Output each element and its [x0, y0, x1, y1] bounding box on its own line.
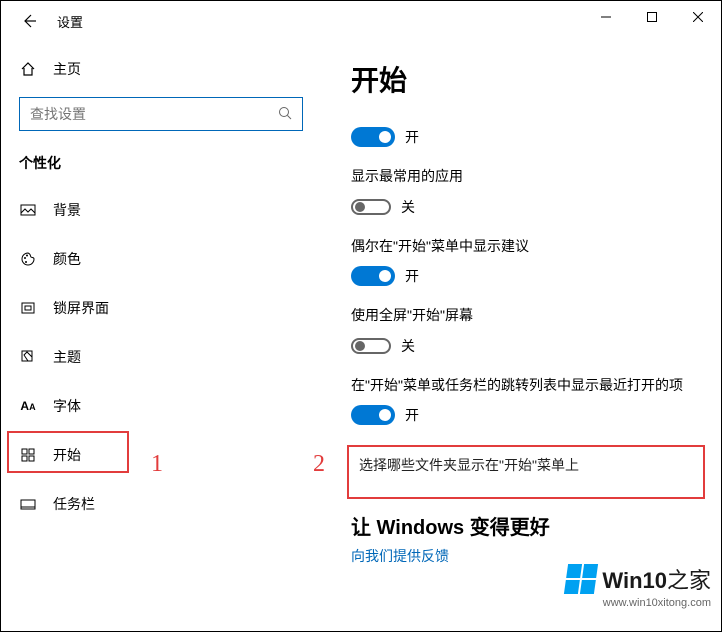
choose-folders-link[interactable]: 选择哪些文件夹显示在"开始"菜单上 — [347, 445, 705, 499]
toggle-state-text: 开 — [405, 127, 419, 147]
lockscreen-icon — [19, 299, 37, 317]
annotation-box-1 — [7, 431, 129, 473]
home-icon — [19, 60, 37, 78]
annotation-number-2: 2 — [313, 451, 325, 478]
watermark-brand: Win10 — [602, 568, 667, 593]
search-input[interactable] — [19, 97, 303, 131]
sidebar-item-themes[interactable]: 主题 — [1, 332, 321, 381]
toggle-jumplist[interactable]: 开 — [351, 405, 711, 425]
sidebar-section-title: 个性化 — [1, 149, 321, 185]
sidebar-item-fonts[interactable]: AA 字体 — [1, 381, 321, 430]
setting-suggestions: 偶尔在"开始"菜单中显示建议 开 — [351, 237, 711, 287]
sidebar-item-label: 颜色 — [53, 249, 81, 269]
sidebar-item-taskbar[interactable]: 任务栏 — [1, 479, 321, 528]
font-icon: AA — [19, 397, 37, 415]
sidebar-item-label: 字体 — [53, 396, 81, 416]
toggle-most-used-apps[interactable]: 关 — [351, 197, 711, 217]
windows-logo-icon — [564, 564, 598, 594]
main-panel: 开始 开 显示最常用的应用 关 偶尔在"开始"菜单中显示建议 开 使用全屏"开始… — [321, 41, 721, 631]
maximize-button[interactable] — [629, 1, 675, 33]
sidebar-item-label: 背景 — [53, 200, 81, 220]
setting-label: 使用全屏"开始"屏幕 — [351, 306, 711, 326]
sidebar-item-label: 任务栏 — [53, 494, 95, 514]
setting-label: 在"开始"菜单或任务栏的跳转列表中显示最近打开的项 — [351, 376, 711, 396]
search-icon — [278, 106, 292, 123]
taskbar-icon — [19, 495, 37, 513]
page-title: 开始 — [351, 59, 711, 99]
search-field[interactable] — [30, 106, 260, 122]
close-button[interactable] — [675, 1, 721, 33]
toggle-suggestions[interactable]: 开 — [351, 266, 711, 286]
theme-icon — [19, 348, 37, 366]
setting-fullscreen-start: 使用全屏"开始"屏幕 关 — [351, 306, 711, 356]
sidebar: 主页 个性化 背景 颜色 锁屏界面 主题 AA 字体 开始 — [1, 41, 321, 631]
watermark-brand-zh: 之家 — [667, 568, 711, 593]
palette-icon — [19, 250, 37, 268]
minimize-button[interactable] — [583, 1, 629, 33]
sidebar-item-label: 锁屏界面 — [53, 298, 109, 318]
toggle-state-text: 关 — [401, 336, 415, 356]
watermark-url: www.win10xitong.com — [566, 597, 711, 609]
toggle-fullscreen-start[interactable]: 关 — [351, 336, 711, 356]
sidebar-home-label: 主页 — [53, 59, 81, 79]
image-icon — [19, 201, 37, 219]
setting-label: 偶尔在"开始"菜单中显示建议 — [351, 237, 711, 257]
setting-label: 显示最常用的应用 — [351, 167, 711, 187]
toggle-state-text: 开 — [405, 405, 419, 425]
window-title: 设置 — [57, 12, 83, 31]
watermark: Win10之家 www.win10xitong.com — [566, 563, 711, 609]
back-icon[interactable] — [19, 11, 39, 31]
improve-windows-title: 让 Windows 变得更好 — [351, 511, 711, 540]
toggle-state-text: 开 — [405, 266, 419, 286]
sidebar-item-label: 主题 — [53, 347, 81, 367]
toggle-show-more-tiles[interactable]: 开 — [351, 127, 711, 147]
toggle-state-text: 关 — [401, 197, 415, 217]
setting-most-used-apps: 显示最常用的应用 关 — [351, 167, 711, 217]
sidebar-item-colors[interactable]: 颜色 — [1, 234, 321, 283]
window-controls — [583, 1, 721, 33]
annotation-number-1: 1 — [151, 451, 163, 478]
setting-show-more-tiles: 开 — [351, 127, 711, 147]
setting-jumplist: 在"开始"菜单或任务栏的跳转列表中显示最近打开的项 开 — [351, 376, 711, 426]
sidebar-item-lockscreen[interactable]: 锁屏界面 — [1, 283, 321, 332]
link-text: 选择哪些文件夹显示在"开始"菜单上 — [359, 457, 579, 473]
sidebar-home[interactable]: 主页 — [1, 49, 321, 89]
sidebar-item-background[interactable]: 背景 — [1, 185, 321, 234]
